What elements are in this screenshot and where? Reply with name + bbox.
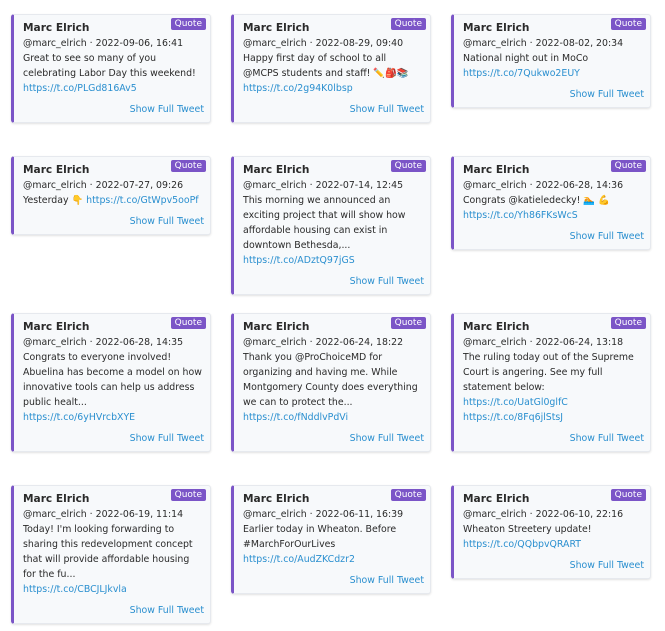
tweet-link[interactable]: https://t.co/7Qukwo2EUY: [463, 66, 644, 81]
tweet-meta: @marc_elrich · 2022-07-14, 12:45: [243, 180, 404, 191]
tweet-link[interactable]: https://t.co/AudZKCdzr2: [243, 552, 424, 567]
tweet-text-body: Yesterday 👇: [23, 195, 84, 206]
tweet-card: Quote Marc Elrich @marc_elrich · 2022-06…: [11, 313, 211, 452]
tweet-text: Congrats to everyone involved! Abuelina …: [23, 352, 202, 408]
quote-badge: Quote: [610, 489, 646, 501]
tweet-meta: @marc_elrich · 2022-08-02, 20:34: [463, 38, 624, 49]
show-full-tweet-link[interactable]: Show Full Tweet: [463, 431, 644, 446]
quote-badge: Quote: [170, 489, 206, 501]
show-full-tweet-link[interactable]: Show Full Tweet: [463, 87, 644, 102]
tweet-card: Quote Marc Elrich @marc_elrich · 2022-09…: [11, 14, 211, 123]
show-full-tweet-link[interactable]: Show Full Tweet: [243, 274, 424, 289]
tweet-text: Earlier today in Wheaton. Before #MarchF…: [243, 524, 397, 550]
tweet-link[interactable]: https://t.co/UatGl0glfC https://t.co/8Fq…: [463, 395, 644, 425]
tweet-link[interactable]: https://t.co/Yh86FKsWcS: [463, 208, 644, 223]
tweet-link[interactable]: https://t.co/ADztQ97jGS: [243, 255, 355, 266]
tweet-card: Quote Marc Elrich @marc_elrich · 2022-08…: [451, 14, 651, 108]
tweet-text: Today! I'm looking forwarding to sharing…: [23, 524, 193, 580]
tweet-text-body: This morning we announced an exciting pr…: [243, 195, 406, 251]
quote-badge: Quote: [390, 160, 426, 172]
quote-badge: Quote: [390, 18, 426, 30]
tweet-card: Quote Marc Elrich @marc_elrich · 2022-06…: [11, 485, 211, 624]
tweet-card: Quote Marc Elrich @marc_elrich · 2022-06…: [451, 156, 651, 250]
tweet-text: Great to see so many of you celebrating …: [23, 53, 196, 79]
tweet-meta: @marc_elrich · 2022-06-10, 22:16: [463, 509, 624, 520]
tweet-text: Wheaton Streetery update!: [463, 524, 592, 535]
tweet-card: Quote Marc Elrich @marc_elrich · 2022-06…: [231, 313, 431, 452]
show-full-tweet-link[interactable]: Show Full Tweet: [23, 214, 204, 229]
tweet-link[interactable]: https://t.co/PLGd816Av5: [23, 81, 204, 96]
tweet-text: Yesterday 👇 https://t.co/GtWpv5ooPf: [23, 193, 204, 208]
tweet-card: Quote Marc Elrich @marc_elrich · 2022-07…: [11, 156, 211, 235]
tweet-link[interactable]: https://t.co/2g94K0lbsp: [243, 81, 424, 96]
tweet-meta: @marc_elrich · 2022-06-28, 14:36: [463, 180, 624, 191]
tweet-meta: @marc_elrich · 2022-06-19, 11:14: [23, 509, 184, 520]
quote-badge: Quote: [610, 18, 646, 30]
tweet-meta: @marc_elrich · 2022-06-11, 16:39: [243, 509, 404, 520]
tweet-meta: @marc_elrich · 2022-06-24, 18:22: [243, 337, 404, 348]
tweet-text: This morning we announced an exciting pr…: [243, 193, 424, 268]
show-full-tweet-link[interactable]: Show Full Tweet: [243, 102, 424, 117]
show-full-tweet-link[interactable]: Show Full Tweet: [23, 603, 204, 618]
tweet-link[interactable]: https://t.co/GtWpv5ooPf: [86, 195, 198, 206]
show-full-tweet-link[interactable]: Show Full Tweet: [463, 229, 644, 244]
tweet-link[interactable]: https://t.co/6yHVrcbXYE: [23, 410, 204, 425]
show-full-tweet-link[interactable]: Show Full Tweet: [243, 573, 424, 588]
show-full-tweet-link[interactable]: Show Full Tweet: [463, 558, 644, 573]
quote-badge: Quote: [170, 18, 206, 30]
quote-badge: Quote: [170, 160, 206, 172]
tweet-link[interactable]: https://t.co/CBCJLJkvla: [23, 582, 204, 597]
quote-badge: Quote: [610, 160, 646, 172]
tweet-link[interactable]: https://t.co/fNddlvPdVi: [243, 410, 424, 425]
show-full-tweet-link[interactable]: Show Full Tweet: [243, 431, 424, 446]
quote-badge: Quote: [170, 317, 206, 329]
tweet-meta: @marc_elrich · 2022-08-29, 09:40: [243, 38, 404, 49]
tweet-text: Happy first day of school to all @MCPS s…: [243, 53, 409, 79]
tweet-card: Quote Marc Elrich @marc_elrich · 2022-08…: [231, 14, 431, 123]
tweet-meta: @marc_elrich · 2022-06-28, 14:35: [23, 337, 184, 348]
tweet-link[interactable]: https://t.co/QQbpvQRART: [463, 537, 644, 552]
tweet-card: Quote Marc Elrich @marc_elrich · 2022-06…: [231, 485, 431, 594]
tweet-text: Thank you @ProChoiceMD for organizing an…: [243, 352, 418, 408]
tweet-card: Quote Marc Elrich @marc_elrich · 2022-06…: [451, 485, 651, 579]
tweet-text: National night out in MoCo: [463, 53, 589, 64]
tweet-meta: @marc_elrich · 2022-09-06, 16:41: [23, 38, 184, 49]
tweet-card: Quote Marc Elrich @marc_elrich · 2022-06…: [451, 313, 651, 452]
tweet-card: Quote Marc Elrich @marc_elrich · 2022-07…: [231, 156, 431, 295]
show-full-tweet-link[interactable]: Show Full Tweet: [23, 431, 204, 446]
tweet-text: Congrats @katieledecky! 🏊 💪: [463, 195, 610, 206]
quote-badge: Quote: [610, 317, 646, 329]
quote-badge: Quote: [390, 489, 426, 501]
tweet-text: The ruling today out of the Supreme Cour…: [463, 352, 634, 393]
show-full-tweet-link[interactable]: Show Full Tweet: [23, 102, 204, 117]
quote-badge: Quote: [390, 317, 426, 329]
tweet-meta: @marc_elrich · 2022-07-27, 09:26: [23, 180, 184, 191]
tweet-meta: @marc_elrich · 2022-06-24, 13:18: [463, 337, 624, 348]
